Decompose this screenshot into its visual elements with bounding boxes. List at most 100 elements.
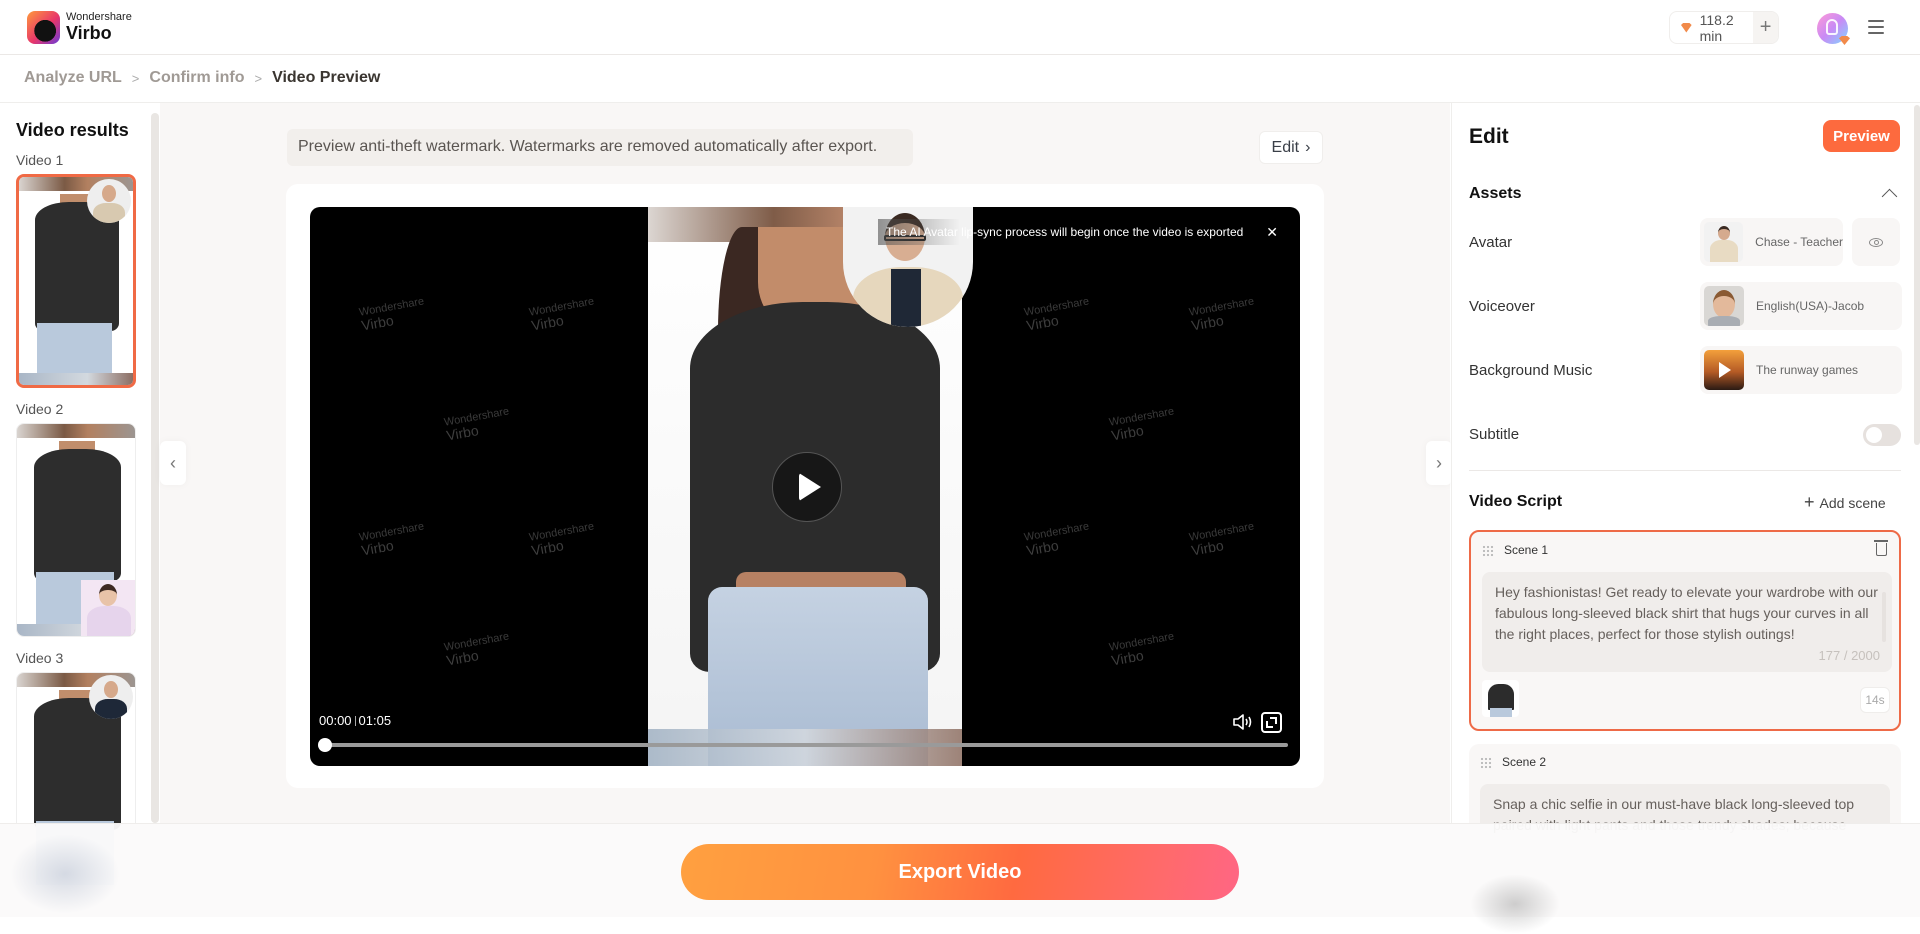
scene-label: Scene 1: [1504, 543, 1549, 557]
watermark: Wondershare Virbo: [1023, 520, 1091, 559]
add-scene-label: Add scene: [1819, 494, 1886, 511]
eye-icon: [1869, 237, 1883, 247]
watermark-notice: Preview anti-theft watermark. Watermarks…: [287, 129, 913, 166]
progress-slider[interactable]: [318, 738, 1288, 752]
edit-panel-title: Edit: [1469, 125, 1509, 148]
avatar-selector[interactable]: Chase - Teacher: [1700, 218, 1843, 266]
chevron-right-icon: ›: [1436, 452, 1442, 473]
edit-button[interactable]: Edit ›: [1259, 131, 1323, 164]
diamond-icon: [1681, 22, 1692, 33]
watermark: Wondershare Virbo: [1188, 520, 1256, 559]
play-icon: [799, 473, 821, 501]
scene-script-input[interactable]: Hey fashionistas! Get ready to elevate y…: [1482, 572, 1892, 672]
video-label: Video 1: [16, 152, 64, 168]
subtitle-label: Subtitle: [1469, 426, 1520, 443]
background-music-selector[interactable]: The runway games: [1700, 346, 1902, 394]
watermark: Wondershare Virbo: [443, 630, 511, 669]
avatar-preview-button[interactable]: [1852, 218, 1900, 266]
current-time: 00:00: [319, 713, 352, 728]
subtitle-toggle[interactable]: [1863, 424, 1901, 446]
plus-icon: +: [1804, 492, 1815, 512]
trash-icon[interactable]: [1874, 540, 1888, 556]
credits-balance: 118.2 min +: [1669, 11, 1779, 44]
chevron-up-icon[interactable]: [1881, 188, 1898, 205]
collapse-left-button[interactable]: ‹: [160, 441, 186, 485]
scene-duration[interactable]: 14s: [1860, 687, 1890, 713]
collapse-right-button[interactable]: ›: [1426, 441, 1452, 485]
credits-minutes: 118.2 min: [1699, 11, 1734, 44]
avatar-pip: [81, 580, 135, 636]
add-credits-button[interactable]: +: [1753, 12, 1778, 43]
chevron-right-icon: >: [254, 70, 263, 86]
user-avatar[interactable]: [1817, 13, 1850, 45]
avatar-thumbnail: [1704, 222, 1744, 262]
watermark: Wondershare Virbo: [1188, 295, 1256, 334]
add-scene-button[interactable]: + Add scene: [1804, 492, 1886, 513]
edit-label: Edit: [1271, 138, 1300, 156]
video-label: Video 2: [16, 401, 64, 417]
watermark: Wondershare Virbo: [443, 405, 511, 444]
chevron-right-icon: ›: [1305, 138, 1311, 156]
voice-thumbnail: [1704, 286, 1744, 326]
character-counter: 177 / 2000: [1818, 648, 1880, 663]
sidebar-scrollbar[interactable]: [151, 113, 159, 823]
scene-clip-thumbnail[interactable]: [1482, 680, 1519, 717]
video-thumbnail-1[interactable]: [16, 174, 136, 388]
play-button[interactable]: [772, 452, 842, 522]
video-script-title: Video Script: [1469, 493, 1563, 510]
voiceover-name: English(USA)-Jacob: [1756, 299, 1865, 313]
edit-panel-scrollbar[interactable]: [1914, 105, 1920, 445]
breadcrumb-confirm-info[interactable]: Confirm info: [149, 69, 244, 87]
play-icon: [1719, 362, 1731, 378]
assets-title: Assets: [1469, 185, 1522, 202]
lipsync-toast: The AI Avatar lip-sync process will begi…: [878, 219, 1288, 245]
progress-handle[interactable]: [318, 738, 332, 752]
chevron-left-icon: ‹: [170, 452, 176, 473]
avatar-pip: [87, 179, 131, 223]
avatar-label: Avatar: [1469, 234, 1513, 251]
brand-small: Wondershare: [66, 11, 132, 23]
virbo-logo-icon[interactable]: [27, 11, 60, 44]
scene-script-text: Hey fashionistas! Get ready to elevate y…: [1495, 584, 1878, 642]
fullscreen-icon[interactable]: [1261, 712, 1282, 733]
edit-panel: Edit Preview Assets Avatar Chase - Teach…: [1451, 103, 1920, 844]
avatar-pip: [89, 675, 133, 719]
sidebar-title: Video results: [16, 120, 129, 140]
preview-button[interactable]: Preview: [1823, 120, 1900, 152]
premium-badge-icon: [1839, 36, 1850, 45]
scene-card-1[interactable]: Scene 1 Hey fashionistas! Get ready to e…: [1469, 530, 1901, 731]
watermark: Wondershare Virbo: [358, 295, 426, 334]
hamburger-menu-icon[interactable]: [1868, 20, 1884, 34]
textarea-scrollbar[interactable]: [1882, 592, 1886, 642]
breadcrumb-video-preview: Video Preview: [272, 69, 381, 86]
voiceover-selector[interactable]: English(USA)-Jacob: [1700, 282, 1902, 330]
user-icon: [1826, 19, 1838, 35]
music-thumbnail: [1704, 350, 1744, 390]
watermark: Wondershare Virbo: [528, 520, 596, 559]
watermark: Wondershare Virbo: [528, 295, 596, 334]
brand-big: Virbo: [66, 23, 112, 43]
close-icon[interactable]: ✕: [1266, 224, 1278, 241]
breadcrumb-analyze-url[interactable]: Analyze URL: [24, 69, 122, 87]
drag-handle-icon[interactable]: [1480, 757, 1492, 769]
breadcrumb: Analyze URL > Confirm info > Video Previ…: [24, 69, 380, 87]
video-thumbnail-2[interactable]: [16, 423, 136, 637]
volume-icon[interactable]: [1232, 712, 1254, 732]
video-label: Video 3: [16, 650, 64, 666]
avatar-name: Chase - Teacher: [1755, 235, 1843, 249]
top-bar: Wondershare Virbo 118.2 min +: [0, 0, 1920, 55]
export-video-button[interactable]: Export Video: [681, 844, 1239, 900]
watermark: Wondershare Virbo: [1108, 630, 1176, 669]
toast-message: The AI Avatar lip-sync process will begi…: [886, 225, 1244, 239]
drag-handle-icon[interactable]: [1482, 545, 1494, 557]
watermark: Wondershare Virbo: [1108, 405, 1176, 444]
divider: [1469, 470, 1901, 471]
video-player[interactable]: Wondershare Virbo Wondershare Virbo Wonder…: [310, 207, 1300, 766]
chevron-right-icon: >: [131, 70, 140, 86]
background-music-label: Background Music: [1469, 362, 1593, 379]
total-duration: 01:05: [358, 713, 392, 728]
brand-name: Wondershare Virbo: [66, 11, 132, 43]
background-music-name: The runway games: [1756, 363, 1859, 377]
watermark: Wondershare Virbo: [358, 520, 426, 559]
video-results-sidebar: Video results Video 1 Video 2 Video 3: [0, 103, 160, 886]
